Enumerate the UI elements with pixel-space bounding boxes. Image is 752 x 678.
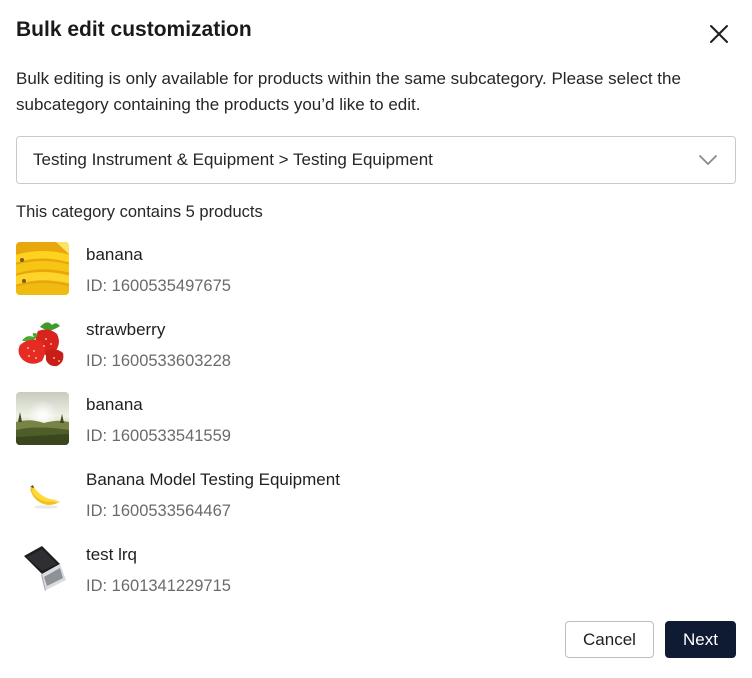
dialog-title: Bulk edit customization <box>16 18 252 41</box>
list-item: Banana Model Testing Equipment ID: 16005… <box>16 465 736 540</box>
product-id: ID: 1600533603228 <box>86 352 231 370</box>
list-item: banana ID: 1600535497675 <box>16 240 736 315</box>
list-item: banana ID: 1600533541559 <box>16 390 736 465</box>
product-thumbnail <box>16 317 69 370</box>
product-id: ID: 1601341229715 <box>86 577 231 595</box>
close-icon <box>710 25 728 43</box>
product-count-text: This category contains 5 products <box>16 203 263 221</box>
product-id: ID: 1600533564467 <box>86 502 231 520</box>
product-thumbnail <box>16 392 69 445</box>
next-button[interactable]: Next <box>665 621 736 658</box>
product-name: banana <box>86 395 143 414</box>
product-name: banana <box>86 245 143 264</box>
cancel-button[interactable]: Cancel <box>565 621 654 658</box>
subcategory-select-value: Testing Instrument & Equipment > Testing… <box>33 150 433 169</box>
subcategory-select[interactable]: Testing Instrument & Equipment > Testing… <box>16 136 736 184</box>
list-item: strawberry ID: 1600533603228 <box>16 315 736 390</box>
product-name: test lrq <box>86 545 138 564</box>
bulk-edit-dialog: Bulk edit customization Bulk editing is … <box>0 0 752 678</box>
product-thumbnail <box>16 542 69 595</box>
product-list: banana ID: 1600535497675 strawberry ID: … <box>16 240 736 615</box>
chevron-down-icon <box>699 155 717 165</box>
product-name: strawberry <box>86 320 166 339</box>
product-thumbnail <box>16 467 69 520</box>
product-id: ID: 1600535497675 <box>86 277 231 295</box>
dialog-description: Bulk editing is only available for produ… <box>16 69 681 114</box>
close-button[interactable] <box>706 21 732 47</box>
product-name: Banana Model Testing Equipment <box>86 470 340 489</box>
product-id: ID: 1600533541559 <box>86 427 231 445</box>
list-item: test lrq ID: 1601341229715 <box>16 540 736 615</box>
product-thumbnail <box>16 242 69 295</box>
